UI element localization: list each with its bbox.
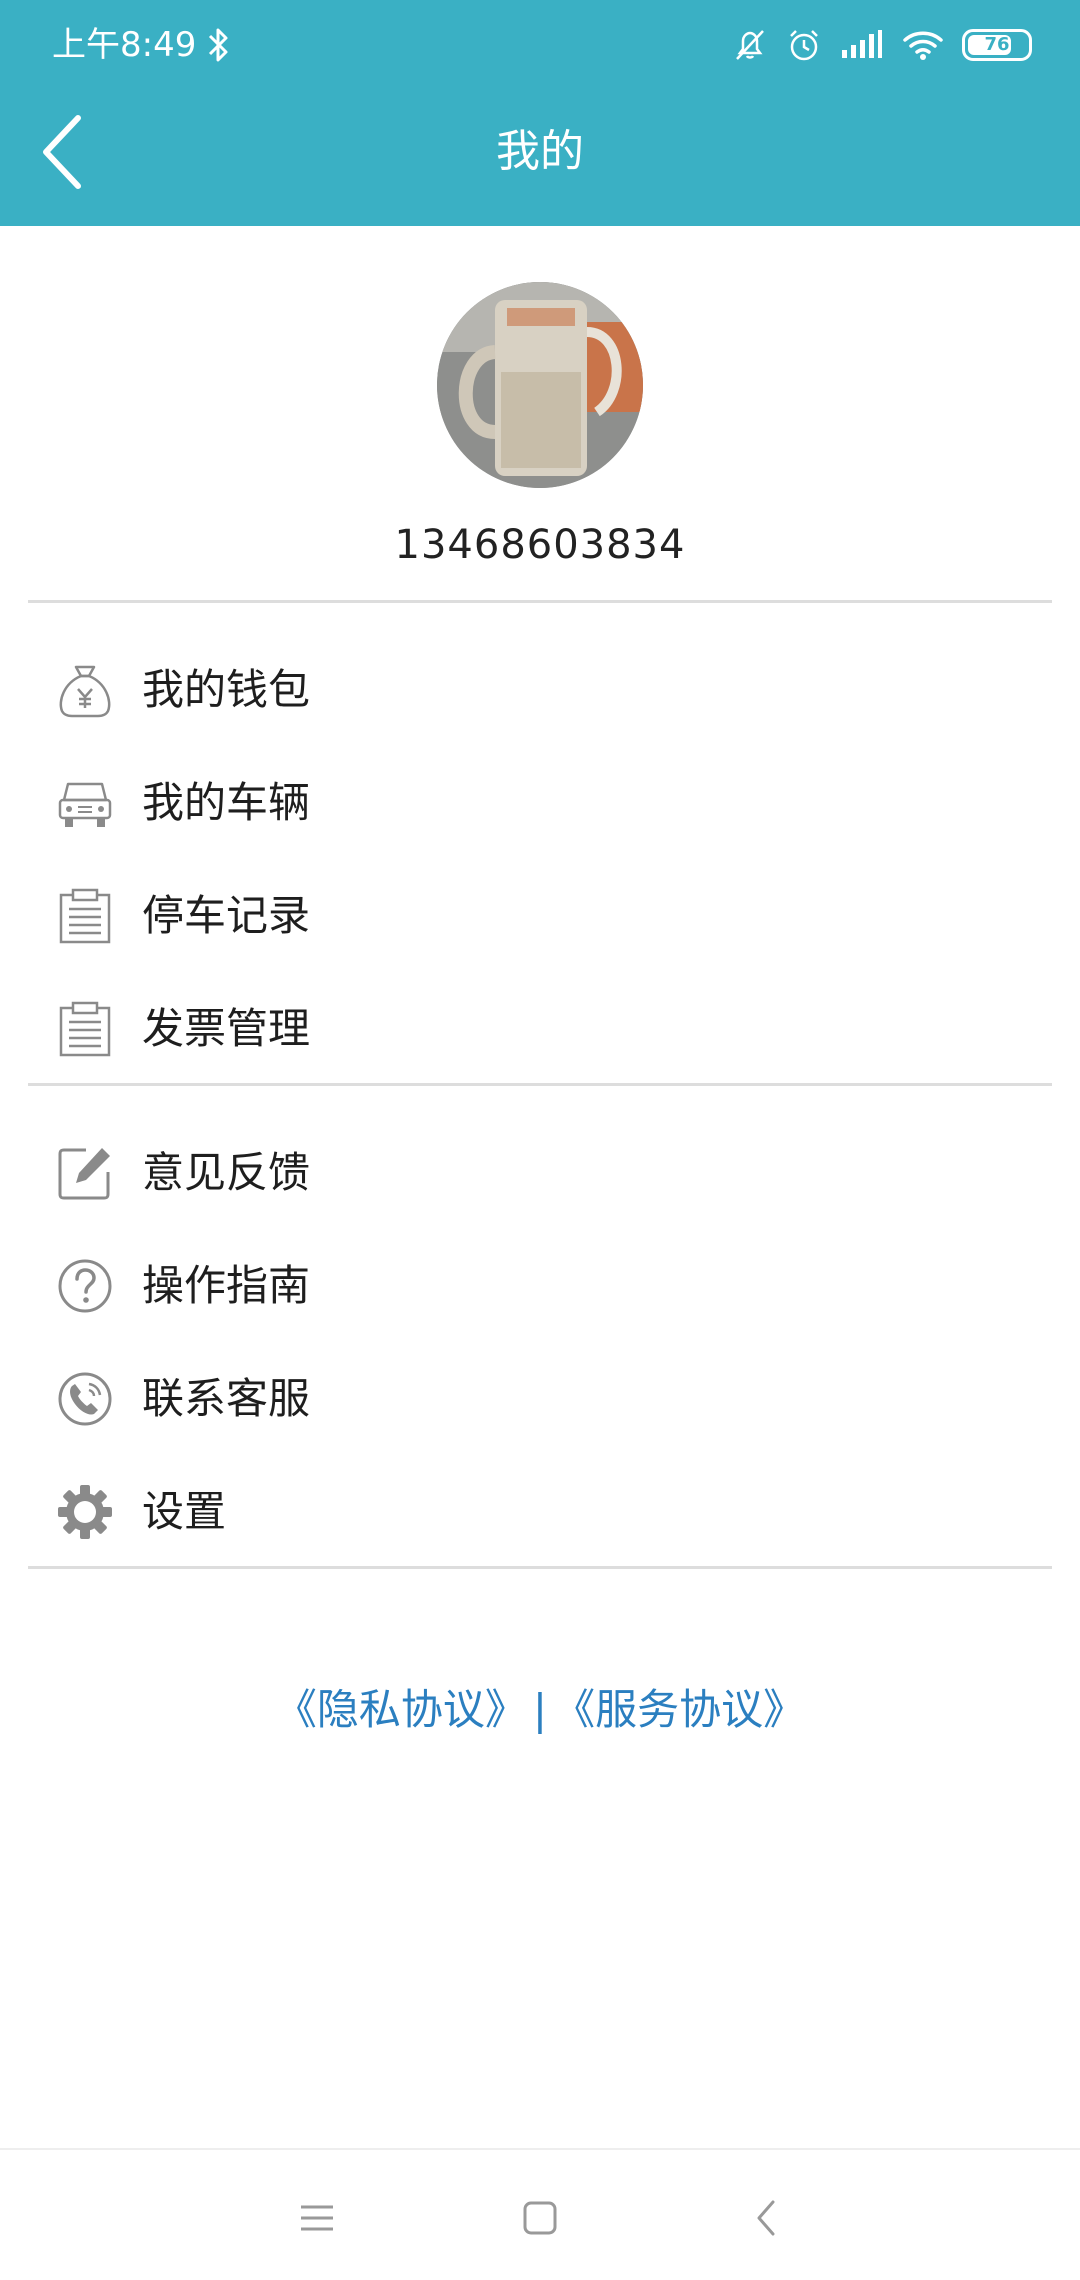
menu-item-wallet[interactable]: 我的钱包 <box>0 633 1080 746</box>
menu-group-account: 我的钱包 我的车辆 停车记录 发票管理 <box>0 633 1080 1085</box>
menu-item-label: 我的钱包 <box>142 665 311 714</box>
bluetooth-icon <box>208 28 228 62</box>
menu-item-guide[interactable]: 操作指南 <box>0 1229 1080 1342</box>
avatar[interactable] <box>437 282 643 488</box>
link-separator: | <box>532 1685 548 1734</box>
app-header: 上午8:49 76 我的 <box>0 0 1080 226</box>
signal-icon <box>842 30 882 58</box>
clipboard-icon <box>59 888 111 944</box>
menu-item-settings[interactable]: 设置 <box>0 1455 1080 1568</box>
divider <box>28 1083 1052 1086</box>
menu-item-vehicles[interactable]: 我的车辆 <box>0 746 1080 859</box>
menu-item-label: 操作指南 <box>142 1261 311 1310</box>
status-time: 上午8:49 <box>52 25 197 65</box>
edit-icon <box>58 1148 110 1200</box>
menu-item-customer-service[interactable]: 联系客服 <box>0 1342 1080 1455</box>
menu-item-label: 我的车辆 <box>142 778 311 827</box>
battery-level: 76 <box>984 34 1010 55</box>
divider <box>28 600 1052 603</box>
menu-item-invoices[interactable]: 发票管理 <box>0 972 1080 1085</box>
menu-group-support: 意见反馈 操作指南 联系客服 设置 <box>0 1116 1080 1568</box>
agreement-links: 《隐私协议》 | 《服务协议》 <box>0 1680 1080 1740</box>
menu-item-label: 联系客服 <box>142 1374 311 1423</box>
alarm-icon <box>790 30 818 61</box>
home-icon[interactable] <box>510 2188 570 2248</box>
status-bar: 上午8:49 76 <box>0 0 1080 90</box>
wifi-icon <box>903 31 943 60</box>
menu-item-label: 意见反馈 <box>142 1148 311 1197</box>
help-icon <box>58 1259 112 1313</box>
service-agreement-link[interactable]: 《服务协议》 <box>553 1685 805 1734</box>
menu-item-parking-records[interactable]: 停车记录 <box>0 859 1080 972</box>
back-icon[interactable] <box>737 2188 797 2248</box>
clipboard-icon <box>59 1001 111 1057</box>
mute-icon <box>736 30 764 60</box>
menu-item-feedback[interactable]: 意见反馈 <box>0 1116 1080 1229</box>
privacy-policy-link[interactable]: 《隐私协议》 <box>275 1685 527 1734</box>
phone-icon <box>58 1372 112 1426</box>
menu-item-label: 停车记录 <box>142 891 311 940</box>
divider <box>28 1566 1052 1569</box>
menu-item-label: 设置 <box>142 1487 227 1536</box>
menu-item-label: 发票管理 <box>142 1004 311 1053</box>
gear-icon <box>58 1485 112 1539</box>
menu-icon[interactable] <box>287 2188 347 2248</box>
system-nav-bar <box>0 2148 1080 2280</box>
phone-number: 13468603834 <box>394 522 686 568</box>
profile-section: 13468603834 <box>0 226 1080 602</box>
wallet-icon <box>59 665 111 718</box>
avatar-image <box>437 282 643 488</box>
car-icon <box>58 782 112 827</box>
status-icons: 76 <box>732 22 1032 68</box>
battery-icon: 76 <box>962 29 1032 61</box>
page-title: 我的 <box>496 126 584 177</box>
